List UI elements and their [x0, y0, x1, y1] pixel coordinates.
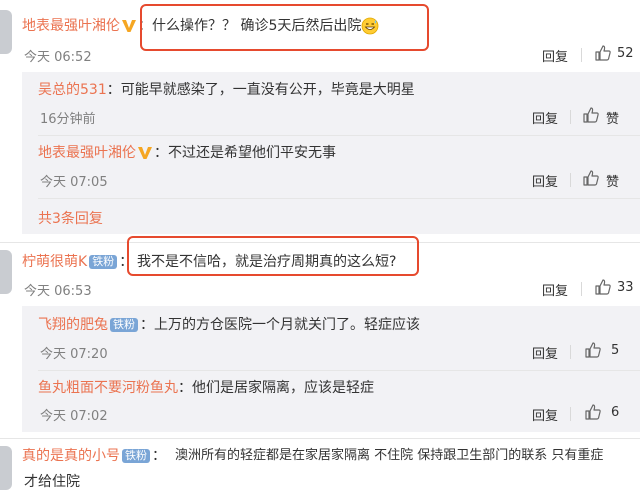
reply-text: 他们是居家隔离，应该是轻症	[192, 380, 374, 396]
avatar[interactable]	[0, 10, 12, 54]
comment-divider	[0, 438, 640, 439]
comment-username[interactable]: 地表最强叶湘伦	[22, 18, 120, 34]
thumbs-up-icon[interactable]	[594, 278, 612, 296]
reply-button[interactable]: 回复	[532, 405, 558, 424]
like-count: 6	[611, 405, 620, 420]
separator	[581, 48, 582, 62]
v-badge-icon	[138, 147, 152, 159]
reply-line: 飞翔的肥兔 铁粉 ：上万的方仓医院一个月就关门了。轻症应该	[38, 315, 420, 335]
divider	[38, 135, 640, 136]
reply-text: 不过还是希望他们平安无事	[168, 145, 336, 161]
timestamp: 今天 07:20	[40, 347, 108, 362]
like-count: 33	[617, 280, 634, 295]
v-badge-icon	[122, 20, 136, 32]
reply-button[interactable]: 回复	[532, 343, 558, 362]
colon: ：	[140, 317, 154, 333]
colon: ：	[106, 82, 121, 98]
thumbs-up-icon[interactable]	[594, 44, 612, 62]
reply-button[interactable]: 回复	[542, 46, 568, 65]
timestamp: 今天 07:02	[40, 409, 108, 424]
timestamp: 今天 06:53	[24, 284, 92, 299]
reply-line: 吴总的531：可能早就感染了，一直没有公开，毕竟是大明星	[38, 80, 415, 100]
highlight-box	[140, 4, 429, 51]
thumbs-up-icon[interactable]	[582, 106, 600, 124]
colon: ：	[154, 145, 168, 161]
thumbs-up-icon[interactable]	[584, 341, 602, 359]
reply-button[interactable]: 回复	[532, 108, 558, 127]
comment-line: 真的是真的小号 铁粉：	[22, 446, 166, 466]
separator	[581, 282, 582, 296]
timestamp: 16分钟前	[40, 112, 96, 127]
thumbs-up-icon[interactable]	[584, 403, 602, 421]
comment-line: 柠萌很萌K 铁粉：	[22, 252, 133, 272]
reply-line: 地表最强叶湘伦 ：不过还是希望他们平安无事	[38, 143, 336, 163]
separator	[570, 173, 571, 187]
highlight-box	[127, 236, 419, 276]
like-label[interactable]: 赞	[606, 171, 619, 190]
comment-username[interactable]: 真的是真的小号	[22, 448, 120, 464]
reply-line: 鱼丸粗面不要河粉鱼丸：他们是居家隔离，应该是轻症	[38, 378, 374, 398]
fan-badge: 铁粉	[122, 449, 150, 463]
fan-badge: 铁粉	[110, 318, 138, 332]
comment-text-continued: 才给住院	[24, 474, 80, 490]
reply-text: 可能早就感染了，一直没有公开，毕竟是大明星	[120, 82, 415, 98]
like-count: 5	[611, 343, 620, 358]
colon: ：	[152, 448, 166, 464]
comment-text: 澳洲所有的轻症都是在家居家隔离 不住院 保持跟卫生部门的联系 只有重症	[175, 448, 604, 463]
divider	[38, 198, 640, 199]
separator	[570, 110, 571, 124]
timestamp: 今天 07:05	[40, 175, 108, 190]
thumbs-up-icon[interactable]	[582, 169, 600, 187]
like-label[interactable]: 赞	[606, 108, 619, 127]
fan-badge: 铁粉	[89, 255, 118, 269]
more-replies-link[interactable]: 共3条回复	[38, 208, 103, 228]
avatar[interactable]	[0, 250, 12, 294]
reply-button[interactable]: 回复	[542, 280, 568, 299]
reply-username[interactable]: 飞翔的肥兔	[38, 317, 108, 333]
colon: ：	[178, 380, 192, 396]
reply-text: 上万的方仓医院一个月就关门了。轻症应该	[154, 317, 420, 333]
timestamp: 今天 06:52	[24, 50, 92, 65]
reply-username[interactable]: 地表最强叶湘伦	[38, 145, 136, 161]
reply-username[interactable]: 鱼丸粗面不要河粉鱼丸	[38, 380, 178, 396]
like-count: 52	[617, 46, 634, 61]
comment-username[interactable]: 柠萌很萌K	[22, 254, 87, 270]
separator	[570, 345, 571, 359]
reply-button[interactable]: 回复	[532, 171, 558, 190]
reply-username[interactable]: 吴总的531	[38, 82, 107, 98]
avatar[interactable]	[0, 446, 12, 490]
separator	[570, 407, 571, 421]
divider	[38, 370, 640, 371]
